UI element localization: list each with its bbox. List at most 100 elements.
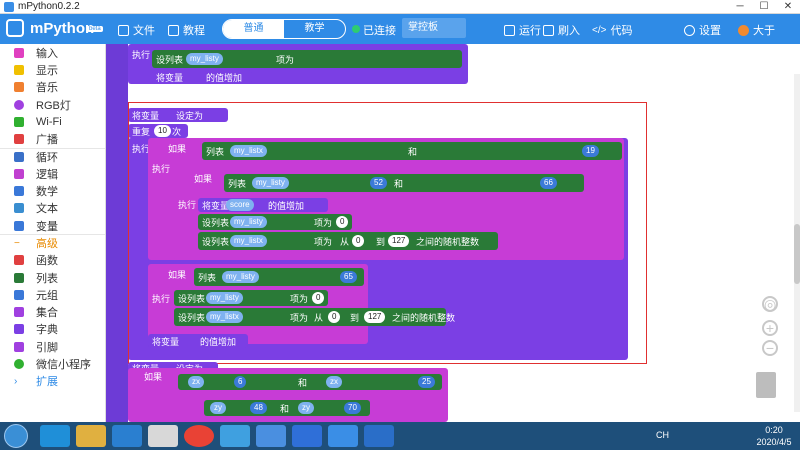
var-chip[interactable]: my_listx bbox=[230, 235, 267, 247]
trash-icon[interactable] bbox=[756, 372, 776, 398]
category-broadcast[interactable]: 广播 bbox=[0, 130, 105, 147]
var-chip[interactable]: my_listx bbox=[206, 311, 243, 323]
number-chip[interactable]: 70 bbox=[344, 402, 361, 414]
close-icon[interactable]: ✕ bbox=[776, 0, 800, 14]
value-chip[interactable]: 0 bbox=[336, 216, 349, 228]
mode-teach-tab[interactable]: 教学 bbox=[284, 20, 345, 38]
flash-button[interactable]: 刷入 bbox=[543, 22, 580, 38]
category-loop[interactable]: 循环 bbox=[0, 147, 105, 165]
zoom-in-icon[interactable]: + bbox=[762, 320, 778, 336]
device-select[interactable]: 掌控板 bbox=[402, 18, 466, 38]
category-set[interactable]: 集合 bbox=[0, 303, 105, 320]
code-button[interactable]: </> 代码 bbox=[592, 22, 632, 38]
document-icon[interactable] bbox=[148, 425, 178, 447]
category-pin[interactable]: 引脚 bbox=[0, 338, 105, 355]
vertical-scrollbar[interactable] bbox=[794, 74, 800, 412]
windows-start-icon[interactable] bbox=[4, 424, 28, 448]
var-chip[interactable]: my_listx bbox=[230, 145, 267, 157]
number-chip[interactable]: 65 bbox=[340, 271, 357, 283]
category-input[interactable]: 输入 bbox=[0, 44, 105, 61]
category-tuple[interactable]: 元组 bbox=[0, 286, 105, 303]
number-chip[interactable]: 19 bbox=[582, 145, 599, 157]
condition-block[interactable]: 列表 my_listx 和 19 bbox=[202, 142, 622, 160]
number-chip[interactable]: 25 bbox=[418, 376, 435, 388]
minimize-icon[interactable]: ─ bbox=[728, 0, 752, 14]
category-wifi[interactable]: Wi-Fi bbox=[0, 113, 105, 130]
condition-block[interactable]: zx 6 和 zx 25 bbox=[178, 374, 442, 390]
set-list-random-block[interactable]: 设列表 my_listx 项为 从 0 到 127 之间的随机整数 bbox=[174, 308, 455, 326]
category-display[interactable]: 显示 bbox=[0, 61, 105, 78]
var-chip[interactable]: my_listy bbox=[186, 53, 223, 65]
change-score-block[interactable]: 将变量 score 的值增加 bbox=[198, 198, 328, 212]
repeat-block[interactable]: 重复 10 次 bbox=[128, 124, 188, 138]
value-chip[interactable]: 0 bbox=[312, 292, 325, 304]
bulb-icon bbox=[14, 99, 24, 110]
var-chip[interactable]: my_listy bbox=[206, 292, 243, 304]
maximize-icon[interactable]: ☐ bbox=[752, 0, 776, 14]
set-list-item-block[interactable]: 设列表 my_listy 项为 0 bbox=[174, 290, 328, 306]
tutorial-menu-button[interactable]: 教程 bbox=[168, 22, 205, 38]
condition-block[interactable]: 列表 my_listy 52 和 66 bbox=[224, 174, 584, 192]
value-chip[interactable]: 127 bbox=[364, 311, 386, 323]
zoom-out-icon[interactable]: − bbox=[762, 340, 778, 356]
category-label: 循环 bbox=[36, 151, 58, 164]
number-chip[interactable]: 48 bbox=[250, 402, 267, 414]
var-chip[interactable]: my_listy bbox=[252, 177, 289, 189]
var-chip[interactable]: score bbox=[226, 199, 254, 211]
cloud-icon[interactable] bbox=[220, 425, 250, 447]
category-extension[interactable]: › 扩展 bbox=[0, 373, 105, 390]
change-var-block[interactable]: 将变量 的值增加 bbox=[148, 334, 248, 348]
wps-icon[interactable] bbox=[292, 425, 322, 447]
file-menu-button[interactable]: 文件 bbox=[118, 22, 155, 38]
category-list[interactable]: 列表 bbox=[0, 269, 105, 286]
set-variable-block[interactable]: 将变量 设定为 bbox=[128, 108, 228, 122]
value-chip[interactable]: 0 bbox=[352, 235, 365, 247]
category-dict[interactable]: 字典 bbox=[0, 321, 105, 338]
var-chip[interactable]: zx bbox=[326, 376, 342, 388]
chrome-icon[interactable] bbox=[184, 425, 214, 447]
category-advanced[interactable]: − 高级 bbox=[0, 234, 105, 251]
category-text[interactable]: 文本 bbox=[0, 200, 105, 217]
run-button[interactable]: 运行 bbox=[504, 22, 541, 38]
var-chip[interactable]: zy bbox=[298, 402, 314, 414]
bird-icon[interactable] bbox=[256, 425, 286, 447]
condition-block[interactable]: zy 48 和 zy 70 bbox=[204, 400, 370, 416]
var-chip[interactable]: my_listy bbox=[230, 216, 267, 228]
taskbar-clock[interactable]: 0:20 2020/4/5 bbox=[750, 424, 798, 448]
user-menu-button[interactable]: 大于 bbox=[738, 22, 775, 38]
number-chip[interactable]: 52 bbox=[370, 177, 387, 189]
number-chip[interactable]: 66 bbox=[540, 177, 557, 189]
condition-block[interactable]: 列表 my_listy 65 bbox=[194, 268, 364, 286]
folder-icon[interactable] bbox=[76, 425, 106, 447]
change-var-block[interactable]: 将变量 的值增加 bbox=[152, 70, 252, 84]
category-function[interactable]: 函数 bbox=[0, 252, 105, 269]
category-math[interactable]: 数学 bbox=[0, 182, 105, 199]
recenter-icon[interactable]: ◎ bbox=[762, 296, 778, 312]
category-rgb[interactable]: RGB灯 bbox=[0, 96, 105, 113]
value-chip[interactable]: 0 bbox=[328, 311, 341, 323]
category-variable[interactable]: 变量 bbox=[0, 217, 105, 234]
set-list-item-block[interactable]: 设列表 my_listy 项为 0 bbox=[198, 214, 352, 230]
tray-language[interactable]: CH bbox=[656, 430, 669, 440]
var-chip[interactable]: zx bbox=[188, 376, 204, 388]
repeat-count[interactable]: 10 bbox=[154, 125, 171, 137]
var-chip[interactable]: my_listy bbox=[222, 271, 259, 283]
set-list-item-block[interactable]: 设列表 my_listy 项为 bbox=[152, 50, 462, 68]
var-chip[interactable]: zy bbox=[210, 402, 226, 414]
file-menu-label: 文件 bbox=[133, 25, 155, 37]
number-chip[interactable]: 6 bbox=[234, 376, 247, 388]
phone-icon[interactable] bbox=[364, 425, 394, 447]
scrollbar-thumb[interactable] bbox=[794, 224, 800, 284]
category-logic[interactable]: 逻辑 bbox=[0, 165, 105, 182]
category-wechat[interactable]: 微信小程序 bbox=[0, 355, 105, 372]
app-icon[interactable] bbox=[112, 425, 142, 447]
set-list-random-block[interactable]: 设列表 my_listx 项为 从 0 到 127 之间的随机整数 bbox=[198, 232, 498, 250]
mpython-taskbar-icon[interactable] bbox=[328, 425, 358, 447]
category-music[interactable]: 音乐 bbox=[0, 79, 105, 96]
mode-normal-tab[interactable]: 普通 bbox=[223, 20, 284, 38]
value-chip[interactable]: 127 bbox=[388, 235, 410, 247]
ie-icon[interactable] bbox=[40, 425, 70, 447]
settings-button[interactable]: 设置 bbox=[684, 22, 721, 38]
blocks-workspace[interactable]: 执行 设列表 my_listy 项为 将变量 的值增加 将变量 设定为 重复 1… bbox=[128, 44, 800, 422]
and-label: 和 bbox=[280, 404, 290, 414]
